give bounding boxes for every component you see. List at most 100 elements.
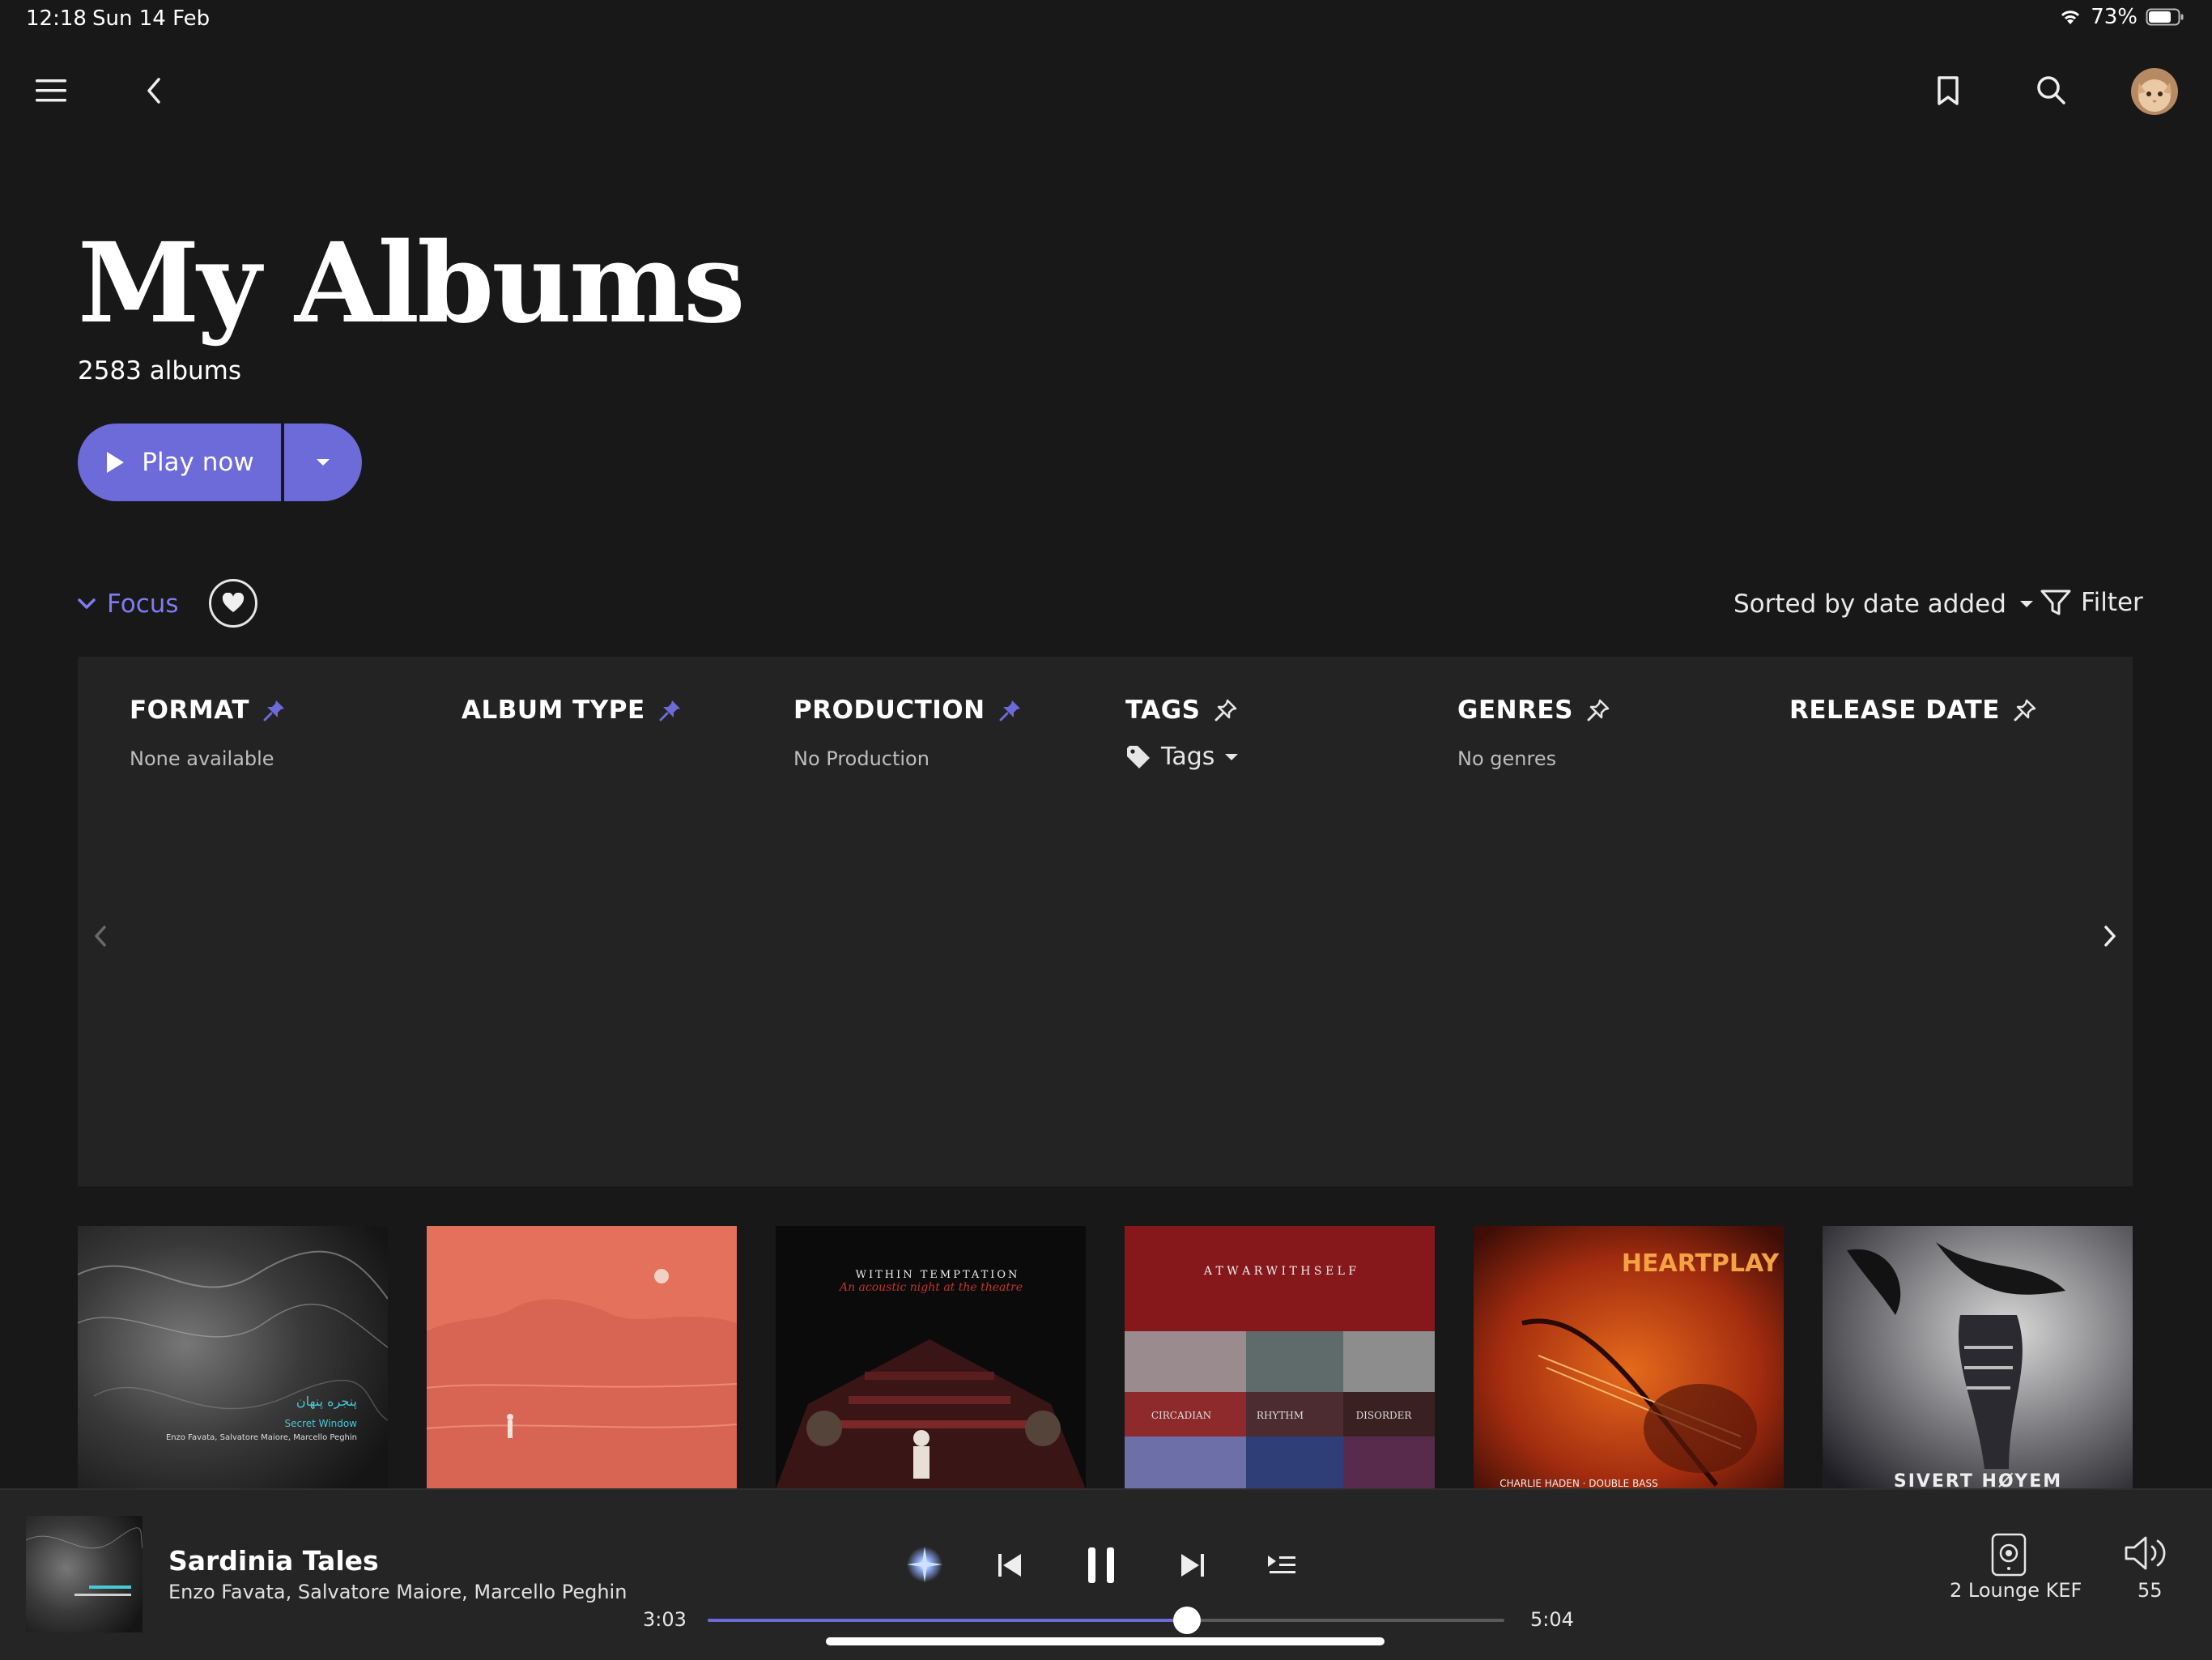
album-cover: WITHIN TEMPTATION An acoustic night at t… [776, 1226, 1086, 1489]
heart-icon [222, 593, 245, 614]
status-indicators: 73% [2058, 5, 2184, 29]
tags-label: Tags [1161, 743, 1215, 771]
album-cover: SIVERT HØYEM [1823, 1226, 2133, 1489]
album-card[interactable]: A T W A R W I T H S E L F CIRCADIAN RHYT… [1125, 1226, 1435, 1489]
caret-down-icon [1224, 753, 1239, 761]
status-date: Sun 14 Feb [92, 6, 211, 31]
filter-icon [2040, 589, 2071, 616]
wifi-icon [2058, 7, 2082, 27]
album-count: 2583 albums [78, 356, 242, 385]
pin-outline-icon[interactable] [1214, 698, 1238, 722]
progress-bar[interactable] [708, 1607, 1504, 1634]
facet-value: None available [130, 747, 274, 770]
favorite-filter-button[interactable] [209, 579, 257, 628]
caret-down-icon [2019, 600, 2034, 608]
pin-outline-icon[interactable] [1586, 698, 1610, 722]
focus-label: Focus [107, 590, 179, 619]
focus-toggle[interactable]: Focus [78, 590, 179, 619]
next-track-icon[interactable] [1179, 1551, 1206, 1579]
album-cover-text: پنجره پنهان [296, 1394, 357, 1410]
album-cover-text: CIRCADIAN [1151, 1410, 1211, 1421]
album-cover-text: CHARLIE HADEN · DOUBLE BASS [1499, 1478, 1658, 1489]
chevron-right-icon[interactable] [2102, 924, 2118, 948]
album-cover-text: HEARTPLAY [1622, 1249, 1780, 1278]
progress-fill [708, 1619, 1188, 1622]
facet-value: No genres [1457, 747, 1557, 770]
home-indicator[interactable] [826, 1637, 1385, 1645]
chevron-down-icon [78, 598, 96, 610]
speaker-icon[interactable] [1990, 1532, 2027, 1577]
sort-label: Sorted by date added [1733, 590, 2006, 619]
battery-icon [2146, 7, 2184, 27]
pause-icon[interactable] [1085, 1545, 1117, 1586]
now-playing-artwork[interactable] [26, 1516, 143, 1632]
avatar[interactable] [2131, 68, 2178, 115]
facet-title: ALBUM TYPE [462, 696, 645, 725]
player-bar: Sardinia Tales Enzo Favata, Salvatore Ma… [0, 1488, 2212, 1660]
album-card[interactable]: WITHIN TEMPTATION An acoustic night at t… [776, 1226, 1086, 1489]
album-cover-text: A T W A R W I T H S E L F [1203, 1265, 1356, 1278]
album-card[interactable]: پنجره پنهان Secret Window Enzo Favata, S… [78, 1226, 388, 1489]
facet-format: FORMAT None available [130, 696, 287, 770]
tags-dropdown[interactable]: Tags [1125, 743, 1239, 771]
previous-track-icon[interactable] [996, 1551, 1023, 1579]
sparkle-icon[interactable] [902, 1542, 947, 1587]
volume-level: 55 [2138, 1579, 2163, 1602]
queue-icon[interactable] [1266, 1553, 1297, 1577]
back-icon[interactable] [144, 76, 164, 105]
chevron-left-icon[interactable] [92, 924, 108, 948]
track-artists: Enzo Favata, Salvatore Maiore, Marcello … [168, 1581, 627, 1603]
album-cover-text: WITHIN TEMPTATION [856, 1269, 1020, 1281]
filter-button[interactable]: Filter [2040, 588, 2143, 617]
bookmark-icon[interactable] [1935, 74, 1961, 107]
album-cover-text: Secret Window [285, 1418, 358, 1429]
facet-release-date: RELEASE DATE [1789, 696, 2037, 725]
volume-icon[interactable] [2123, 1534, 2173, 1573]
album-cover-text: DISORDER [1356, 1410, 1413, 1421]
caret-down-icon [315, 458, 331, 467]
play-now-label: Play now [142, 448, 254, 477]
album-cover: پنجره پنهان Secret Window Enzo Favata, S… [78, 1226, 388, 1489]
track-title: Sardinia Tales [168, 1545, 379, 1577]
album-cover [427, 1226, 737, 1489]
album-cover-text: RHYTHM [1257, 1410, 1304, 1421]
album-cover-text: An acoustic night at the theatre [838, 1281, 1023, 1294]
play-now-button[interactable]: Play now [78, 424, 281, 501]
status-time: 12:18 [26, 6, 87, 31]
pin-icon[interactable] [658, 698, 683, 722]
album-cover: A T W A R W I T H S E L F CIRCADIAN RHYT… [1125, 1226, 1435, 1489]
sort-dropdown[interactable]: Sorted by date added [1733, 590, 2034, 619]
time-total: 5:04 [1530, 1608, 1574, 1631]
play-button-group: Play now [78, 424, 362, 501]
menu-icon[interactable] [36, 76, 68, 105]
play-icon [104, 450, 125, 475]
facet-album-type: ALBUM TYPE [462, 696, 683, 725]
album-card[interactable]: SIVERT HØYEM [1823, 1226, 2133, 1489]
page-title: My Albums [78, 219, 746, 348]
facet-value: No Production [793, 747, 929, 770]
time-elapsed: 3:03 [643, 1608, 687, 1631]
facet-title: RELEASE DATE [1789, 696, 2000, 725]
progress-thumb[interactable] [1173, 1607, 1202, 1634]
search-icon[interactable] [2035, 74, 2068, 107]
pin-icon[interactable] [998, 698, 1023, 722]
facet-genres: GENRES No genres [1457, 696, 1610, 770]
album-card[interactable] [427, 1226, 737, 1489]
tag-icon [1125, 745, 1151, 769]
album-cover: HEARTPLAY CHARLIE HADEN · DOUBLE BASS [1474, 1226, 1784, 1489]
facet-title: GENRES [1457, 696, 1573, 725]
facet-title: TAGS [1125, 696, 1201, 725]
facet-production: PRODUCTION No Production [793, 696, 1023, 770]
zone-name[interactable]: 2 Lounge KEF [1950, 1579, 2082, 1602]
battery-percent: 73% [2091, 5, 2138, 29]
album-cover-text: SIVERT HØYEM [1894, 1471, 2062, 1489]
facet-tags: TAGS Tags [1125, 696, 1239, 771]
facet-title: FORMAT [130, 696, 249, 725]
album-cover-text: Enzo Favata, Salvatore Maiore, Marcello … [166, 1433, 357, 1442]
pin-outline-icon[interactable] [2013, 698, 2037, 722]
play-options-button[interactable] [284, 424, 362, 501]
facet-title: PRODUCTION [793, 696, 985, 725]
pin-icon[interactable] [262, 698, 287, 722]
album-card[interactable]: HEARTPLAY CHARLIE HADEN · DOUBLE BASS [1474, 1226, 1784, 1489]
focus-panel: FORMAT None available ALBUM TYPE PRODUCT… [78, 657, 2133, 1186]
